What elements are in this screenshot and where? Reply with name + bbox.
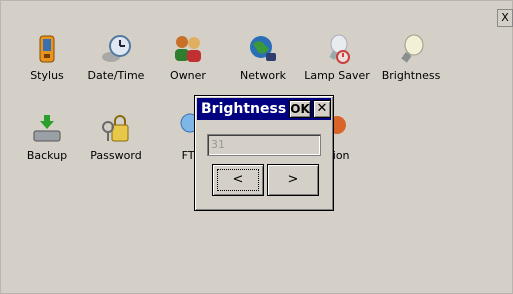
stylus-icon — [39, 35, 55, 63]
control-item-brightness[interactable]: Brightness — [371, 33, 451, 82]
brightness-increase-button[interactable]: > — [267, 164, 319, 196]
control-item-label: Network — [240, 69, 286, 82]
control-item-label: Stylus — [30, 69, 64, 82]
network-globe-icon — [250, 36, 276, 61]
control-item-date-time[interactable]: Date/Time — [76, 33, 156, 82]
control-item-label: Password — [90, 149, 142, 162]
brightness-dialog: Brightness OK ✕ 31 < > — [194, 95, 334, 211]
control-item-lamp-saver[interactable]: Lamp Saver — [297, 33, 377, 82]
control-item-network[interactable]: Network — [223, 33, 303, 82]
dialog-ok-button[interactable]: OK — [289, 100, 311, 118]
control-item-label: Backup — [26, 149, 68, 162]
lamp-saver-icon — [329, 34, 350, 64]
dialog-title: Brightness — [201, 101, 287, 117]
owner-icon — [175, 36, 201, 62]
dialog-close-button[interactable]: ✕ — [313, 100, 331, 118]
brightness-value-field[interactable]: 31 — [207, 134, 321, 156]
brightness-bulb-icon — [401, 34, 424, 63]
control-item-label: Brightness — [381, 69, 441, 82]
control-item-owner[interactable]: Owner — [148, 33, 228, 82]
control-item-label: Lamp Saver — [304, 69, 370, 82]
password-keys-icon — [102, 115, 129, 142]
dialog-title-bar: Brightness OK ✕ — [197, 98, 331, 120]
control-panel: X Stylus Date/Time Owner Network Lamp Sa… — [0, 0, 513, 294]
clock-icon — [102, 35, 131, 62]
control-item-stylus[interactable]: Stylus — [7, 33, 87, 82]
control-item-label: Date/Time — [87, 69, 145, 82]
control-item-label: Owner — [170, 69, 206, 82]
backup-drive-icon — [33, 115, 61, 142]
control-item-password[interactable]: Password — [76, 113, 156, 162]
panel-close-button[interactable]: X — [497, 9, 513, 27]
brightness-decrease-button[interactable]: < — [212, 164, 264, 196]
control-item-backup[interactable]: Backup — [7, 113, 87, 162]
